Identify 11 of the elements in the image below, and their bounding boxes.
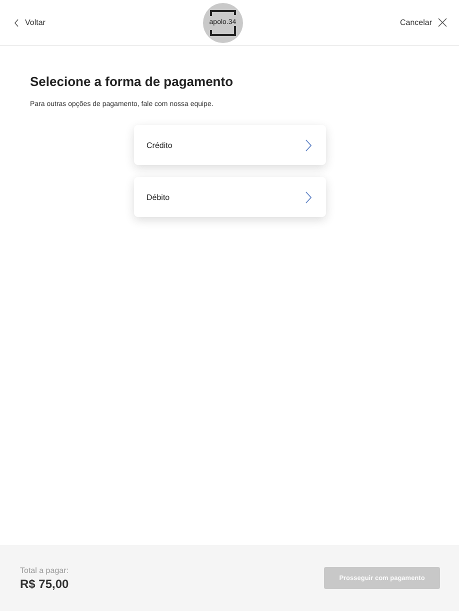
cancel-button[interactable]: Cancelar <box>400 18 447 27</box>
close-icon <box>438 18 447 27</box>
chevron-right-icon <box>304 190 312 204</box>
total-amount: R$ 75,00 <box>20 576 69 590</box>
chevron-left-icon <box>14 18 19 26</box>
page-title: Selecione a forma de pagamento <box>30 74 234 89</box>
payment-option[interactable]: Crédito <box>134 125 326 165</box>
payment-option[interactable]: Débito <box>134 177 326 217</box>
back-link[interactable]: Voltar <box>14 18 46 27</box>
chevron-right-icon <box>304 138 312 152</box>
total-label: Total a pagar: <box>20 566 69 574</box>
